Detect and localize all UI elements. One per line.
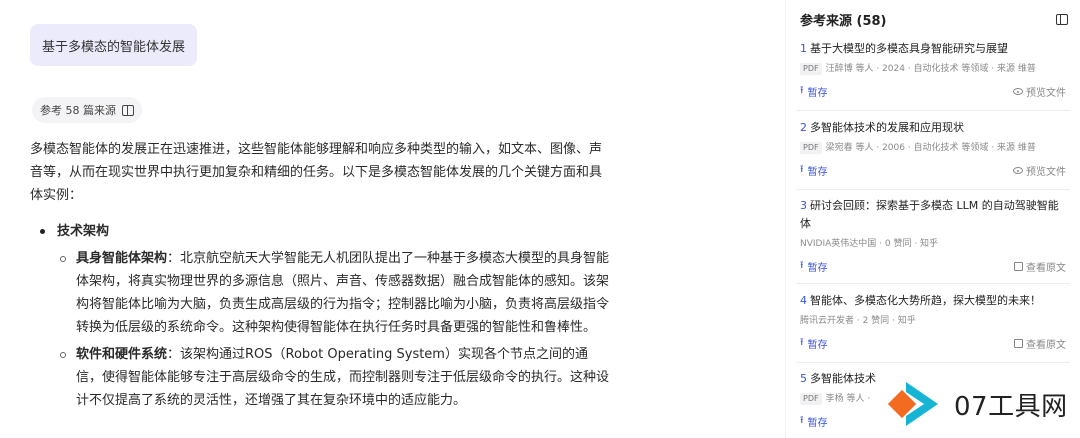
external-link-icon: [1014, 339, 1023, 348]
open-original-button[interactable]: 查看原文: [1014, 336, 1066, 351]
sources-sidebar: 参考来源 (58) 1 基于大模型的多模态具身智能研究与展望 PDF 汪醉博 等人 …: [785, 0, 1080, 438]
divider: [796, 110, 1070, 111]
watermark-text: 07工具网: [954, 391, 1068, 422]
save-button[interactable]: ⭱ 暂存: [800, 335, 828, 352]
source-number: 2: [800, 121, 807, 134]
save-button[interactable]: ⭱ 暂存: [800, 413, 828, 430]
save-button[interactable]: ⭱ 暂存: [800, 162, 828, 179]
source-title[interactable]: 研讨会回顾：探索基于多模态 LLM 的自动驾驶智能体: [800, 199, 1059, 230]
source-item-4[interactable]: 4 智能体、多模态化大势所趋，探大模型的未来！ 腾讯云开发者 · 2 赞同 · 知…: [794, 292, 1072, 352]
divider: [796, 189, 1070, 190]
preview-file-button[interactable]: 预览文件: [1013, 163, 1066, 178]
user-query-bubble: 基于多模态的智能体发展: [30, 24, 198, 66]
source-number: 1: [800, 42, 807, 55]
source-meta: 梁宛春 等人 · 2006 · 自动化技术 等领域 · 来源 维普: [825, 143, 1036, 153]
sources-header: 参考来源 (58): [800, 10, 1068, 29]
list-item: 具身智能体架构：北京航空航天大学智能无人机团队提出了一种基于多模态大模型的具身智…: [30, 247, 610, 339]
answer-intro: 多模态智能体的发展正在迅速推进，这些智能体能够理解和响应多种类型的输入，如文本、…: [30, 142, 603, 203]
section-heading: 技术架构: [30, 220, 610, 243]
source-title[interactable]: 智能体、多模态化大势所趋，探大模型的未来！: [810, 294, 1041, 307]
watermark-logo: 07工具网: [887, 378, 1068, 430]
source-meta: 李杨 等人 ·: [825, 394, 871, 404]
save-button[interactable]: ⭱ 暂存: [800, 83, 828, 100]
source-meta: 腾讯云开发者 · 2 赞同 · 知乎: [800, 316, 916, 326]
references-chip[interactable]: 参考 58 篇来源: [32, 97, 142, 123]
bullet-ring-icon: [60, 352, 66, 358]
eye-icon: [1013, 167, 1023, 174]
eye-icon: [1013, 88, 1023, 95]
user-query-text: 基于多模态的智能体发展: [42, 39, 186, 55]
source-title[interactable]: 多智能体技术的发展和应用现状: [810, 121, 964, 134]
pin-icon: ⭱: [800, 337, 804, 348]
source-item-2[interactable]: 2 多智能体技术的发展和应用现状 PDF 梁宛春 等人 · 2006 · 自动化技术…: [794, 119, 1072, 179]
source-item-3[interactable]: 3 研讨会回顾：探索基于多模态 LLM 的自动驾驶智能体 NVIDIA英伟达中国 …: [794, 197, 1072, 275]
list-item: 软件和硬件系统：该架构通过ROS（Robot Operating System）…: [30, 343, 610, 412]
external-link-icon: [1014, 262, 1023, 271]
sources-title: 参考来源 (58): [800, 13, 887, 29]
pdf-badge: PDF: [800, 393, 822, 405]
source-meta: NVIDIA英伟达中国 · 0 赞同 · 知乎: [800, 239, 939, 249]
panel-toggle-icon[interactable]: [1056, 13, 1068, 25]
source-number: 5: [800, 372, 807, 385]
book-icon: [122, 104, 134, 116]
references-chip-label: 参考 58 篇来源: [40, 104, 116, 117]
answer-body: 多模态智能体的发展正在迅速推进，这些智能体能够理解和响应多种类型的输入，如文本、…: [30, 138, 610, 416]
divider: [796, 362, 1070, 363]
logo-mark-icon: [887, 378, 946, 430]
pdf-badge: PDF: [800, 63, 822, 75]
source-title[interactable]: 多智能体技术: [810, 372, 876, 385]
list-item-title: 软件和硬件系统: [76, 347, 168, 362]
preview-file-button[interactable]: 预览文件: [1013, 84, 1066, 99]
pin-icon: ⭱: [800, 85, 804, 96]
divider: [796, 283, 1070, 284]
chat-main: 基于多模态的智能体发展 参考 58 篇来源 多模态智能体的发展正在迅速推进，这些…: [0, 0, 700, 438]
bullet-ring-icon: [60, 256, 66, 262]
pin-icon: ⭱: [800, 164, 804, 175]
list-item-title: 具身智能体架构: [76, 251, 168, 266]
bullet-dot-icon: [40, 229, 45, 234]
open-original-button[interactable]: 查看原文: [1014, 259, 1066, 274]
pdf-badge: PDF: [800, 142, 822, 154]
save-button[interactable]: ⭱ 暂存: [800, 258, 828, 275]
source-item-1[interactable]: 1 基于大模型的多模态具身智能研究与展望 PDF 汪醉博 等人 · 2024 · 自…: [794, 40, 1072, 100]
source-number: 3: [800, 199, 807, 212]
section-title: 技术架构: [57, 224, 110, 239]
pin-icon: ⭱: [800, 260, 804, 271]
source-title[interactable]: 基于大模型的多模态具身智能研究与展望: [810, 42, 1008, 55]
source-meta: 汪醉博 等人 · 2024 · 自动化技术 等领域 · 来源 维普: [825, 64, 1036, 74]
source-number: 4: [800, 294, 807, 307]
pin-icon: ⭱: [800, 415, 804, 426]
